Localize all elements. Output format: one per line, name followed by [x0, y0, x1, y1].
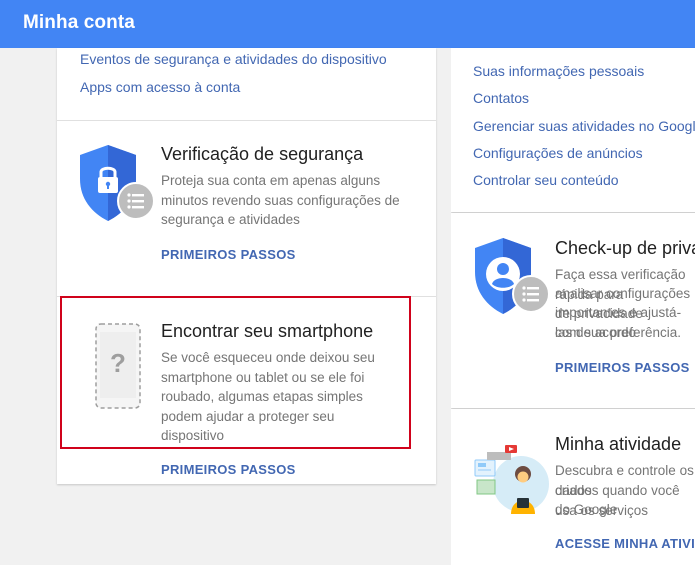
security-events-link[interactable]: Eventos de segurança e atividades do dis…: [80, 51, 387, 67]
top-bar: Minha conta: [0, 0, 695, 48]
my-activity-illustration-icon: [474, 445, 549, 514]
manage-activity-link[interactable]: Gerenciar suas atividades no Google: [473, 118, 695, 134]
privacy-check-line-4: com sua preferência.: [555, 325, 682, 340]
ad-settings-link[interactable]: Configurações de anúncios: [473, 145, 643, 161]
contacts-link[interactable]: Contatos: [473, 90, 529, 106]
find-phone-start-button[interactable]: PRIMEIROS PASSOS: [161, 462, 296, 477]
personal-info-link[interactable]: Suas informações pessoais: [473, 63, 644, 79]
connected-apps-link[interactable]: Apps com acesso à conta: [80, 79, 240, 95]
shield-lock-icon: [80, 145, 154, 221]
page-title: Minha conta: [23, 12, 135, 33]
security-check-description: Proteja sua conta em apenas alguns minut…: [161, 173, 400, 227]
privacy-check-title: Check-up de privacidade: [555, 238, 695, 258]
my-activity-title: Minha atividade: [555, 434, 682, 454]
divider: [57, 120, 436, 121]
security-check-title: Verificação de segurança: [161, 144, 364, 164]
shield-person-icon: [475, 238, 549, 314]
security-check-start-button[interactable]: PRIMEIROS PASSOS: [161, 247, 296, 262]
privacy-check-start-button[interactable]: PRIMEIROS PASSOS: [555, 360, 690, 375]
control-content-link[interactable]: Controlar seu conteúdo: [473, 172, 619, 188]
right-column: Suas informações pessoais Contatos Geren…: [451, 0, 695, 565]
highlight-annotation: [60, 296, 411, 449]
my-activity-line-3: do Google: [555, 502, 618, 517]
my-activity-open-button[interactable]: ACESSE MINHA ATIVIDADE: [555, 536, 695, 551]
